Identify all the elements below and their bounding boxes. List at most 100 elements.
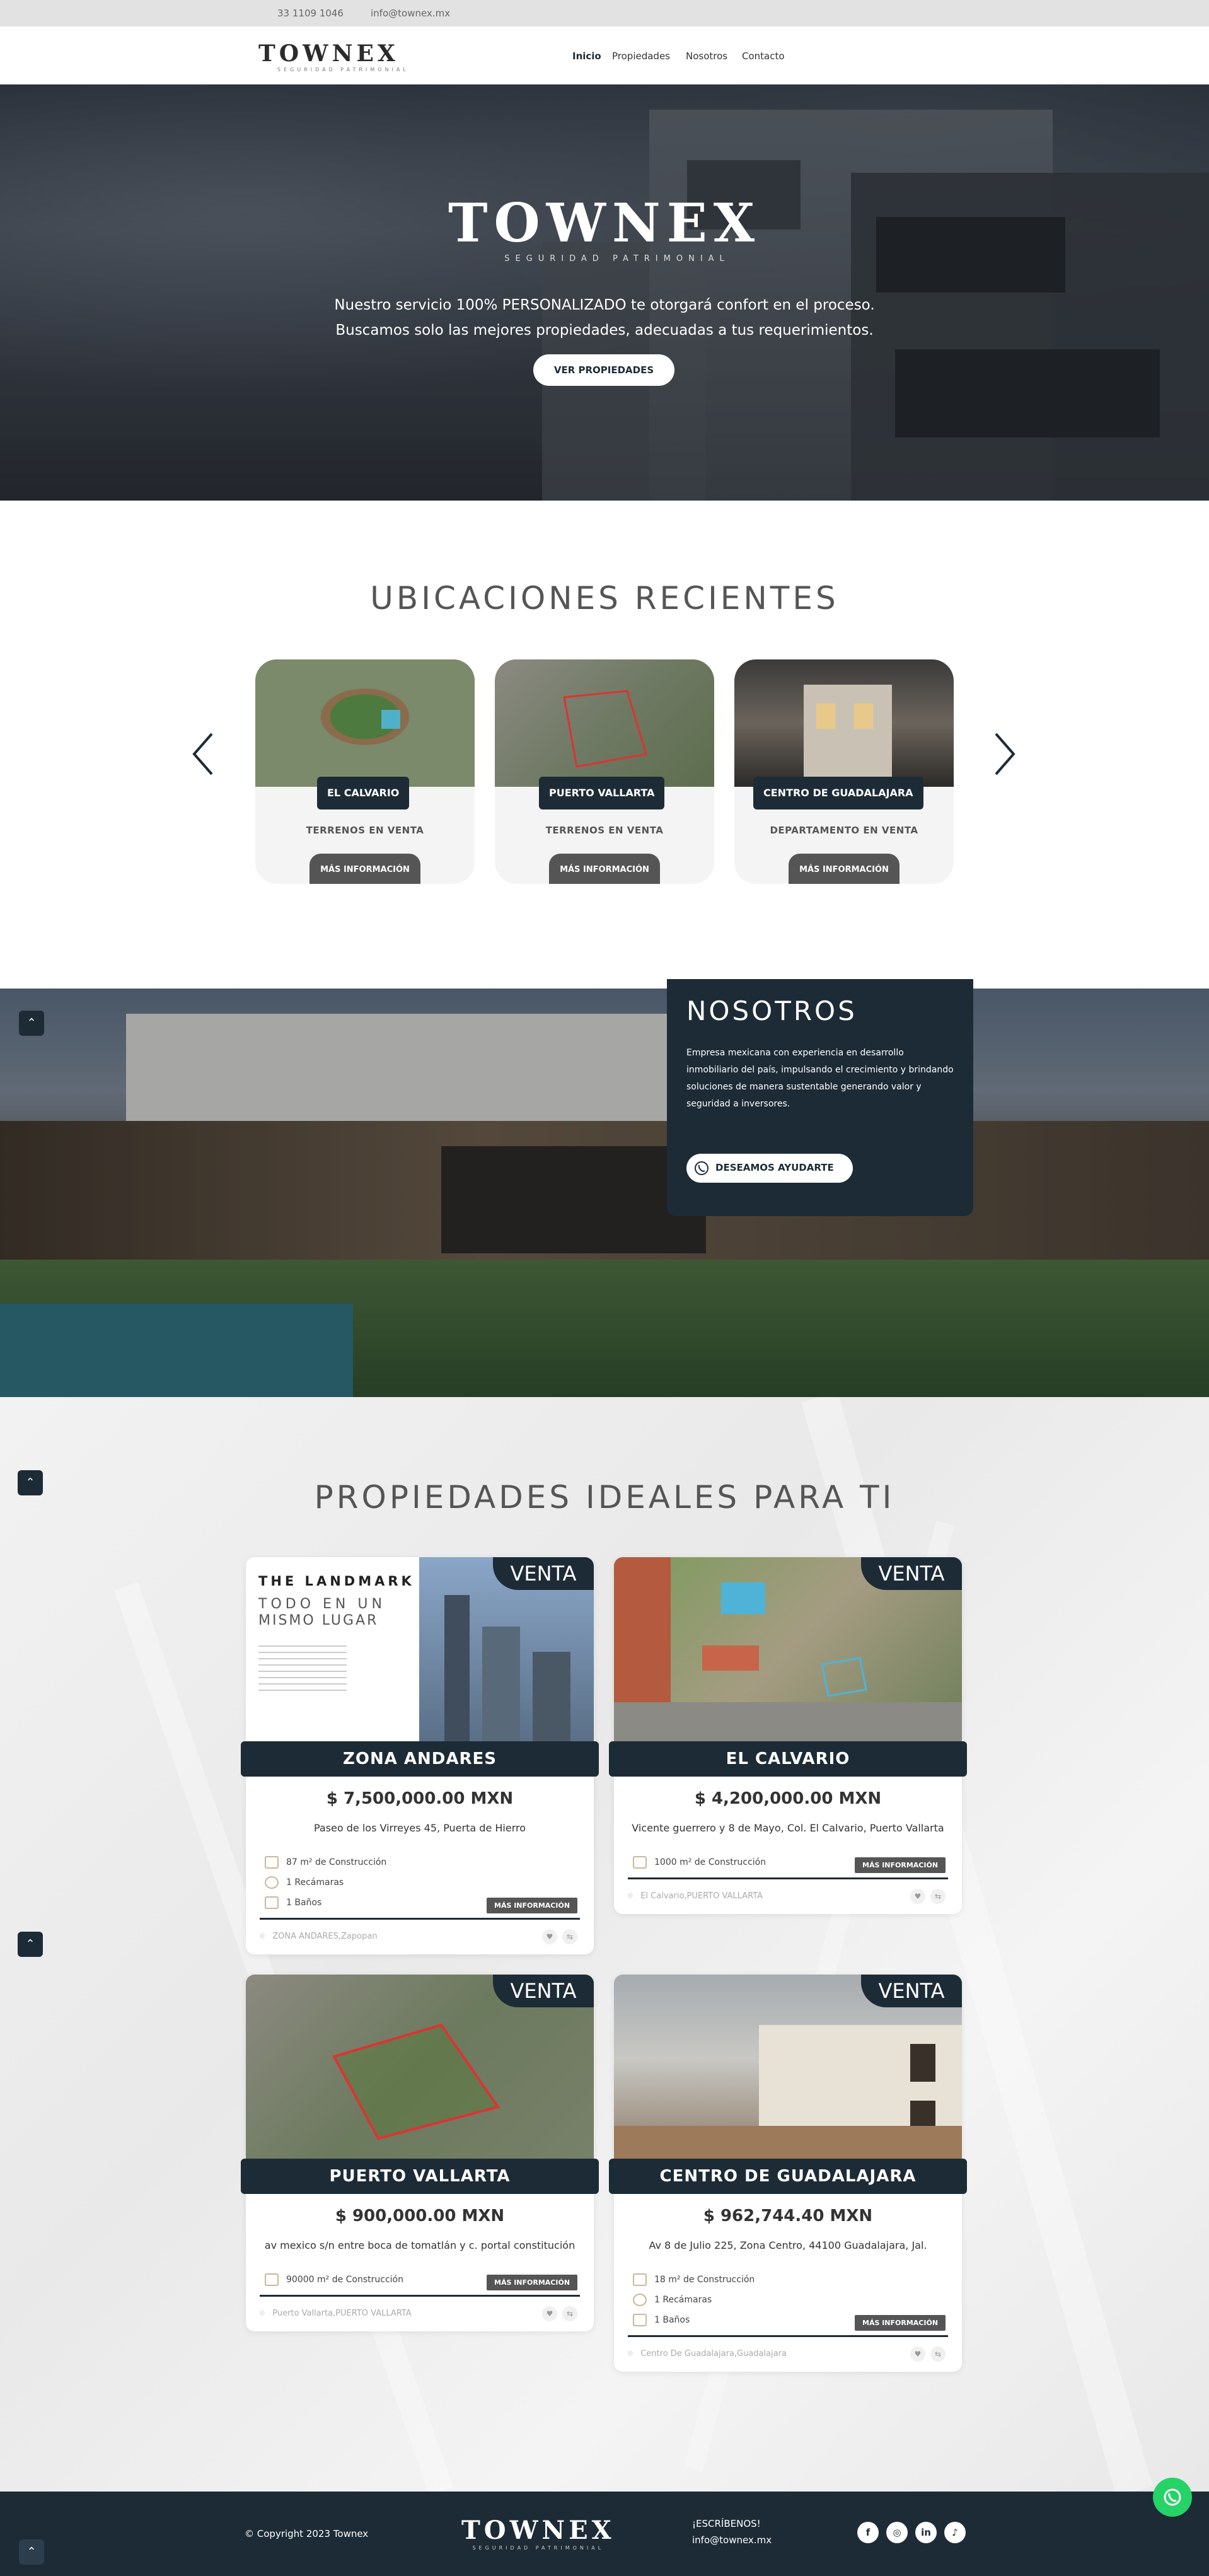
tiktok-icon[interactable]: ♪: [944, 2522, 966, 2543]
area-icon: [633, 2273, 647, 2286]
mas-informacion-button[interactable]: MÁS INFORMACIÓN: [549, 854, 660, 884]
propiedades-section: [0, 1397, 1209, 2492]
heart-icon[interactable]: ♥: [542, 1929, 557, 1944]
chevron-up-icon: ⌃: [25, 1937, 35, 1951]
property-title[interactable]: CENTRO DE GUADALAJARA: [609, 2159, 967, 2194]
hero-logo: TOWNEX SEGURIDAD PATRIMONIAL: [448, 192, 761, 264]
mas-informacion-button[interactable]: MÁS INFORMACIÓN: [487, 1898, 578, 1913]
property-price: $ 900,000.00 MXN: [335, 2207, 505, 2225]
property-rooms: 1 Recámaras: [633, 2294, 712, 2306]
whatsapp-icon: [695, 1161, 709, 1175]
map-pin-icon: ⌾: [260, 1932, 265, 1941]
venta-badge: VENTA: [861, 1975, 962, 2007]
linkedin-icon[interactable]: in: [915, 2522, 937, 2543]
footer-logo[interactable]: TOWNEX SEGURIDAD PATRIMONIAL: [461, 2515, 615, 2551]
map-pin-icon: ⌾: [628, 2349, 633, 2358]
bath-icon: [265, 1896, 279, 1909]
compare-icon[interactable]: ⇆: [562, 2306, 577, 2321]
mas-informacion-button[interactable]: MÁS INFORMACIÓN: [855, 1857, 946, 1873]
bed-icon: [265, 1876, 279, 1889]
hero-section: TOWNEX SEGURIDAD PATRIMONIAL Nuestro ser…: [0, 84, 1209, 501]
heart-icon[interactable]: ♥: [910, 1889, 925, 1904]
deseamos-ayudarte-button[interactable]: DESEAMOS AYUDARTE: [686, 1154, 853, 1183]
property-price: $ 962,744.40 MXN: [703, 2207, 873, 2225]
area-icon: [265, 2273, 279, 2286]
property-card[interactable]: VENTA CENTRO DE GUADALAJARA $ 962,744.40…: [609, 1975, 967, 2372]
property-price: $ 7,500,000.00 MXN: [326, 1789, 514, 1808]
scroll-top-button[interactable]: ⌃: [19, 1011, 44, 1036]
property-area: 90000 m² de Construcción: [265, 2273, 403, 2286]
property-card[interactable]: THE LANDMARK TODO EN UN MISMO LUGAR VENT…: [241, 1557, 599, 1954]
location-image: [255, 659, 475, 787]
location-card[interactable]: CENTRO DE GUADALAJARA DEPARTAMENTO EN VE…: [734, 659, 954, 884]
chevron-up-icon: ⌃: [26, 2545, 37, 2558]
property-rooms: 1 Recámaras: [265, 1876, 344, 1889]
property-address: av mexico s/n entre boca de tomatlán y c…: [264, 2239, 576, 2251]
ubicaciones-title: UBICACIONES RECIENTES: [370, 580, 839, 617]
mas-informacion-button[interactable]: MÁS INFORMACIÓN: [789, 854, 900, 884]
property-card[interactable]: VENTA EL CALVARIO $ 4,200,000.00 MXN Vic…: [609, 1557, 967, 1914]
bath-icon: [633, 2314, 647, 2326]
compare-icon[interactable]: ⇆: [562, 1929, 577, 1944]
location-type: TERRENOS EN VENTA: [545, 825, 664, 836]
scroll-top-button[interactable]: ⌃: [18, 1470, 43, 1495]
property-address: Av 8 de Julio 225, Zona Centro, 44100 Gu…: [649, 2239, 927, 2251]
nosotros-section: [0, 989, 1209, 1397]
area-icon: [633, 1856, 647, 1869]
nav-nosotros[interactable]: Nosotros: [686, 50, 727, 62]
map-pin-icon: ⌾: [260, 2309, 265, 2318]
nav-inicio[interactable]: Inicio: [572, 50, 601, 62]
topbar-phone[interactable]: 33 1109 1046: [277, 8, 344, 19]
nosotros-text: Empresa mexicana con experiencia en desa…: [686, 1048, 954, 1109]
facebook-icon[interactable]: f: [857, 2522, 879, 2543]
mas-informacion-button[interactable]: MÁS INFORMACIÓN: [487, 2275, 578, 2290]
copyright: © Copyright 2023 Townex: [245, 2528, 369, 2539]
logo-wordmark: TOWNEX: [258, 40, 399, 67]
heart-icon[interactable]: ♥: [910, 2347, 925, 2362]
property-price: $ 4,200,000.00 MXN: [694, 1789, 882, 1808]
venta-badge: VENTA: [493, 1975, 594, 2007]
mas-informacion-button[interactable]: MÁS INFORMACIÓN: [855, 2315, 946, 2331]
property-area: 1000 m² de Construcción: [633, 1856, 766, 1869]
scroll-top-button[interactable]: ⌃: [18, 1932, 43, 1957]
footer-email[interactable]: info@townex.mx: [692, 2534, 772, 2546]
location-image: [734, 659, 954, 787]
nav-contacto[interactable]: Contacto: [742, 50, 785, 62]
location-image: [495, 659, 714, 787]
property-title[interactable]: ZONA ANDARES: [241, 1741, 599, 1777]
topbar-email[interactable]: info@townex.mx: [371, 8, 450, 19]
location-name: CENTRO DE GUADALAJARA: [753, 777, 923, 809]
property-address: Paseo de los Virreyes 45, Puerta de Hier…: [313, 1822, 526, 1834]
whatsapp-icon: [1164, 2488, 1181, 2506]
compare-icon[interactable]: ⇆: [930, 2347, 946, 2362]
mas-informacion-button[interactable]: MÁS INFORMACIÓN: [309, 854, 420, 884]
property-address: Vicente guerrero y 8 de Mayo, Col. El Ca…: [632, 1822, 944, 1834]
location-type: DEPARTAMENTO EN VENTA: [770, 825, 918, 836]
main-navigation: TOWNEX SEGURIDAD PATRIMONIAL Inicio Prop…: [0, 26, 1209, 84]
property-title[interactable]: PUERTO VALLARTA: [241, 2159, 599, 2194]
location-card[interactable]: PUERTO VALLARTA TERRENOS EN VENTA MÁS IN…: [495, 659, 714, 884]
carousel-prev-button[interactable]: [190, 731, 216, 777]
location-card[interactable]: EL CALVARIO TERRENOS EN VENTA MÁS INFORM…: [255, 659, 475, 884]
instagram-icon[interactable]: ◎: [886, 2522, 908, 2543]
property-location: ⌾ Puerto Vallarta,PUERTO VALLARTA: [260, 2309, 412, 2318]
nav-propiedades[interactable]: Propiedades: [612, 50, 670, 62]
property-location: ⌾ ZONA ANDARES,Zapopan: [260, 1932, 378, 1941]
chevron-right-icon: [995, 733, 1015, 775]
contact-label: ¡ESCRÍBENOS!: [692, 2518, 761, 2529]
map-pin-icon: ⌾: [628, 1891, 633, 1901]
property-card[interactable]: VENTA PUERTO VALLARTA $ 900,000.00 MXN a…: [241, 1975, 599, 2331]
location-name: EL CALVARIO: [317, 777, 410, 809]
carousel-next-button[interactable]: [992, 731, 1017, 777]
ver-propiedades-button[interactable]: VER PROPIEDADES: [533, 354, 674, 386]
whatsapp-floating-button[interactable]: [1153, 2478, 1192, 2517]
property-area: 87 m² de Construcción: [265, 1856, 386, 1869]
scroll-top-button[interactable]: ⌃: [19, 2539, 44, 2565]
compare-icon[interactable]: ⇆: [930, 1889, 946, 1904]
header-logo[interactable]: TOWNEX SEGURIDAD PATRIMONIAL: [258, 40, 409, 73]
property-location: ⌾ Centro De Guadalajara,Guadalajara: [628, 2349, 787, 2358]
property-baths: 1 Baños: [265, 1896, 321, 1909]
property-title[interactable]: EL CALVARIO: [609, 1741, 967, 1777]
nosotros-box: NOSOTROS Empresa mexicana con experienci…: [667, 979, 973, 1216]
heart-icon[interactable]: ♥: [542, 2306, 557, 2321]
